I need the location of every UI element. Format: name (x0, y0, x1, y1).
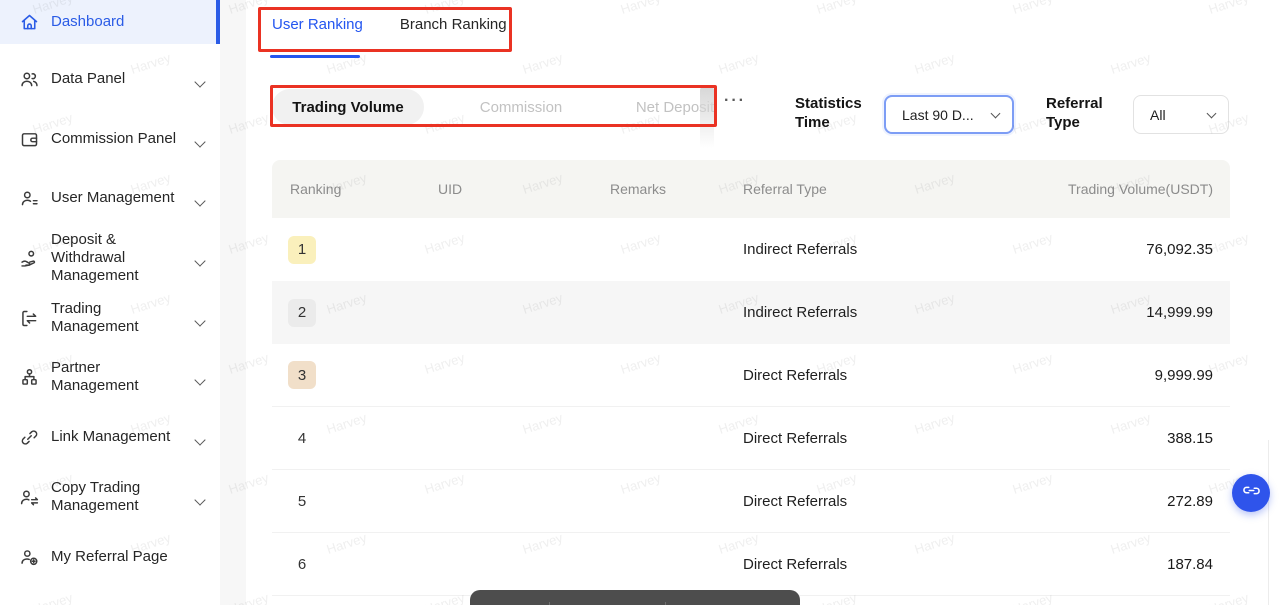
chevron-down-icon (196, 73, 204, 91)
statistics-time-select[interactable]: Last 90 D... (884, 95, 1014, 134)
active-indicator (216, 0, 220, 44)
transfer-icon (18, 307, 40, 329)
col-uid: UID (420, 181, 592, 197)
tab-branch-ranking[interactable]: Branch Ranking (400, 16, 507, 33)
trading-volume-cell: 9,999.99 (955, 367, 1230, 384)
more-subtabs-button[interactable]: ··· (724, 92, 746, 110)
rank-number: 5 (288, 487, 316, 515)
statistics-time-value: Last 90 D... (902, 107, 974, 123)
col-referral-type: Referral Type (725, 181, 955, 197)
main-content: User Ranking Branch Ranking Trading Volu… (246, 0, 1280, 605)
sidebar-item-copy-trading[interactable]: Copy Trading Management (0, 471, 220, 523)
sidebar-item-partner-management[interactable]: Partner Management (0, 351, 220, 403)
referral-type-select[interactable]: All (1133, 95, 1229, 134)
chevron-down-icon (196, 133, 204, 151)
referral-type-cell: Direct Referrals (725, 493, 955, 510)
sidebar-item-label: Dashboard (51, 13, 177, 31)
active-tab-underline (270, 55, 360, 58)
sidebar-item-data-panel[interactable]: Data Panel (0, 57, 220, 101)
content-edge-line (1268, 440, 1269, 605)
subtab-commission[interactable]: Commission (450, 99, 592, 116)
table-row: 2 Indirect Referrals 14,999.99 (272, 281, 1230, 344)
metric-subtabs: Trading Volume Commission Net Deposit (272, 87, 746, 127)
org-chart-icon (18, 366, 40, 388)
referral-type-label: Referral Type (1046, 95, 1112, 133)
sidebar: Dashboard Data Panel Commission Panel (0, 0, 220, 605)
sidebar-content-gutter (220, 0, 246, 605)
table-row: 4 Direct Referrals 388.15 (272, 407, 1230, 470)
chevron-down-icon (196, 371, 204, 389)
tab-user-ranking[interactable]: User Ranking (272, 16, 363, 33)
link-icon (18, 426, 40, 448)
trading-volume-cell: 272.89 (955, 493, 1230, 510)
copy-trade-icon (18, 486, 40, 508)
sidebar-item-dashboard[interactable]: Dashboard (0, 0, 220, 44)
referral-type-cell: Direct Referrals (725, 556, 955, 573)
trading-volume-cell: 76,092.35 (955, 241, 1230, 258)
page: Dashboard Data Panel Commission Panel (0, 0, 1280, 605)
rank-number: 6 (288, 550, 316, 578)
home-icon (18, 11, 40, 33)
sidebar-item-label: Deposit & Withdrawal Management (51, 231, 177, 286)
referral-type-cell: Indirect Referrals (725, 304, 955, 321)
statistics-time-label: Statistics Time (795, 95, 867, 133)
subtab-scroll-shadow (700, 87, 714, 159)
sidebar-item-commission-panel[interactable]: Commission Panel (0, 117, 220, 161)
referral-type-cell: Indirect Referrals (725, 241, 955, 258)
col-remarks: Remarks (592, 181, 725, 197)
sidebar-item-user-management[interactable]: User Management (0, 176, 220, 220)
referral-type-cell: Direct Referrals (725, 367, 955, 384)
trading-volume-cell: 14,999.99 (955, 304, 1230, 321)
sidebar-item-deposit-withdrawal[interactable]: Deposit & Withdrawal Management (0, 225, 220, 291)
hand-coin-icon (18, 247, 40, 269)
table-row: 3 Direct Referrals 9,999.99 (272, 344, 1230, 407)
sidebar-item-label: My Referral Page (51, 548, 177, 566)
sidebar-item-label: Copy Trading Management (51, 479, 177, 516)
sidebar-item-label: Partner Management (51, 359, 177, 396)
chevron-down-icon (991, 108, 1001, 118)
chevron-down-icon (196, 312, 204, 330)
subtab-trading-volume[interactable]: Trading Volume (272, 89, 424, 125)
chevron-down-icon (196, 491, 204, 509)
ranking-table: Ranking UID Remarks Referral Type Tradin… (272, 160, 1230, 596)
referral-type-value: All (1150, 107, 1166, 123)
table-row: 1 Indirect Referrals 76,092.35 (272, 218, 1230, 281)
table-row: 5 Direct Referrals 272.89 (272, 470, 1230, 533)
link-icon (1242, 481, 1261, 505)
table-header: Ranking UID Remarks Referral Type Tradin… (272, 160, 1230, 218)
chevron-down-icon (196, 192, 204, 210)
referral-link-fab[interactable] (1232, 474, 1270, 512)
users-icon (18, 68, 40, 90)
chevron-down-icon (1207, 108, 1217, 118)
sidebar-item-label: Link Management (51, 428, 177, 446)
trading-volume-cell: 187.84 (955, 556, 1230, 573)
sidebar-item-trading-management[interactable]: Trading Management (0, 292, 220, 344)
sidebar-item-label: User Management (51, 189, 177, 207)
sidebar-item-label: Trading Management (51, 300, 177, 337)
user-list-icon (18, 187, 40, 209)
referral-type-cell: Direct Referrals (725, 430, 955, 447)
chevron-down-icon (196, 252, 204, 270)
rank-badge: 2 (288, 299, 316, 327)
sidebar-item-link-management[interactable]: Link Management (0, 415, 220, 459)
col-ranking: Ranking (272, 181, 420, 197)
sidebar-item-label: Data Panel (51, 70, 177, 88)
rank-number: 4 (288, 424, 316, 452)
user-plus-icon (18, 546, 40, 568)
col-trading-volume: Trading Volume(USDT) (955, 181, 1230, 197)
ranking-tabs: User Ranking Branch Ranking (272, 16, 507, 33)
wallet-icon (18, 128, 40, 150)
table-row: 6 Direct Referrals 187.84 (272, 533, 1230, 596)
sidebar-item-my-referral-page[interactable]: My Referral Page (0, 535, 220, 579)
chevron-down-icon (196, 431, 204, 449)
trading-volume-cell: 388.15 (955, 430, 1230, 447)
sidebar-item-label: Commission Panel (51, 130, 177, 148)
rank-badge: 3 (288, 361, 316, 389)
viewer-toolbar: ‹ 2/12 › 80% (470, 590, 800, 605)
rank-badge: 1 (288, 236, 316, 264)
